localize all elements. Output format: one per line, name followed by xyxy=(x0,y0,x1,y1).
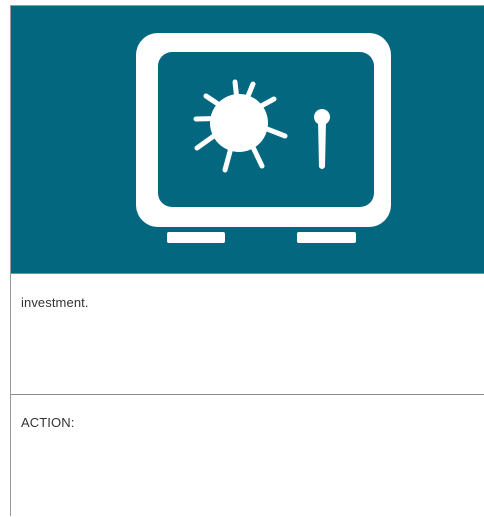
row-text-investment: investment. xyxy=(21,295,89,310)
content-card: investment. ACTION: xyxy=(10,5,484,516)
content-row: ACTION: xyxy=(11,395,484,517)
content-row: investment. xyxy=(11,274,484,395)
row-text-action: ACTION: xyxy=(21,415,75,430)
hero-banner xyxy=(11,6,484,274)
safe-icon xyxy=(136,33,391,243)
